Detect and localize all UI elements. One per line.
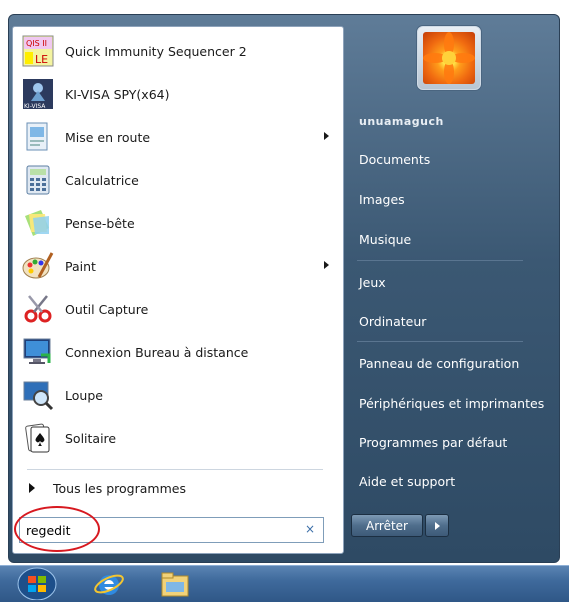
program-remote-desktop[interactable]: Connexion Bureau à distance: [15, 332, 339, 372]
program-calculator[interactable]: Calculatrice: [15, 160, 339, 200]
svg-text:KI-VISA: KI-VISA: [24, 103, 46, 110]
folder-icon: [161, 572, 189, 597]
link-devices-printers[interactable]: Périphériques et imprimantes: [359, 396, 544, 411]
all-programs-item[interactable]: Tous les programmes: [15, 475, 339, 501]
start-orb-button[interactable]: [15, 566, 59, 601]
chevron-right-icon: [434, 521, 440, 530]
submenu-arrow-icon[interactable]: [324, 261, 329, 269]
program-label: Connexion Bureau à distance: [65, 344, 249, 360]
expand-arrow-icon: [29, 483, 35, 493]
program-label: Solitaire: [65, 430, 117, 446]
link-help-support[interactable]: Aide et support: [359, 474, 455, 489]
search-input[interactable]: [26, 521, 286, 539]
clear-search-icon[interactable]: ×: [305, 522, 315, 536]
link-default-programs[interactable]: Programmes par défaut: [359, 435, 507, 450]
sticky-notes-icon: [21, 206, 55, 240]
ki-visa-spy-icon: KI-VISA: [21, 77, 55, 111]
windows-logo-icon: [17, 567, 57, 601]
internet-explorer-taskbar-button[interactable]: [92, 570, 126, 598]
qis-le-icon: QIS II LE: [21, 34, 55, 68]
program-label: Outil Capture: [65, 301, 149, 317]
program-label: Mise en route: [65, 129, 151, 145]
link-control-panel[interactable]: Panneau de configuration: [359, 356, 519, 371]
user-avatar[interactable]: [417, 26, 481, 90]
getting-started-icon: [21, 120, 55, 154]
shutdown-button[interactable]: Arrêter: [351, 514, 423, 537]
program-magnifier[interactable]: Loupe: [15, 375, 339, 415]
program-solitaire[interactable]: Solitaire: [15, 418, 339, 458]
divider: [27, 469, 323, 470]
link-games[interactable]: Jeux: [359, 275, 386, 290]
submenu-arrow-icon[interactable]: [324, 132, 329, 140]
all-programs-label: Tous les programmes: [53, 480, 186, 496]
shutdown-options-button[interactable]: [425, 514, 449, 537]
programs-pane: QIS II LE Quick Immunity Sequencer 2 KI-…: [12, 26, 344, 554]
flower-picture-icon: [423, 32, 475, 84]
program-label: KI-VISA SPY(x64): [65, 86, 170, 102]
program-sticky-notes[interactable]: Pense-bête: [15, 203, 339, 243]
program-label: Calculatrice: [65, 172, 139, 188]
program-paint[interactable]: Paint: [15, 246, 339, 286]
svg-text:LE: LE: [35, 53, 48, 66]
magnifier-icon: [21, 378, 55, 412]
search-box[interactable]: ×: [19, 517, 324, 543]
snipping-tool-icon: [21, 292, 55, 326]
calculator-icon: [21, 163, 55, 197]
svg-text:QIS II: QIS II: [26, 39, 47, 48]
internet-explorer-icon: [94, 574, 124, 595]
link-computer[interactable]: Ordinateur: [359, 314, 426, 329]
solitaire-icon: [21, 421, 55, 455]
paint-icon: [21, 249, 55, 283]
taskbar: [0, 565, 569, 602]
program-ki-visa-spy[interactable]: KI-VISA KI-VISA SPY(x64): [15, 74, 339, 114]
remote-desktop-icon: [21, 335, 55, 369]
user-name[interactable]: unuamaguch: [359, 115, 444, 128]
link-images[interactable]: Images: [359, 192, 405, 207]
link-music[interactable]: Musique: [359, 232, 411, 247]
program-label: Loupe: [65, 387, 103, 403]
program-quick-immunity-sequencer[interactable]: QIS II LE Quick Immunity Sequencer 2: [15, 31, 339, 71]
program-snipping-tool[interactable]: Outil Capture: [15, 289, 339, 329]
explorer-taskbar-button[interactable]: [158, 570, 192, 598]
program-label: Quick Immunity Sequencer 2: [65, 43, 247, 59]
program-label: Pense-bête: [65, 215, 135, 231]
program-label: Paint: [65, 258, 96, 274]
link-documents[interactable]: Documents: [359, 152, 430, 167]
divider: [357, 260, 523, 261]
program-getting-started[interactable]: Mise en route: [15, 117, 339, 157]
divider: [357, 341, 523, 342]
